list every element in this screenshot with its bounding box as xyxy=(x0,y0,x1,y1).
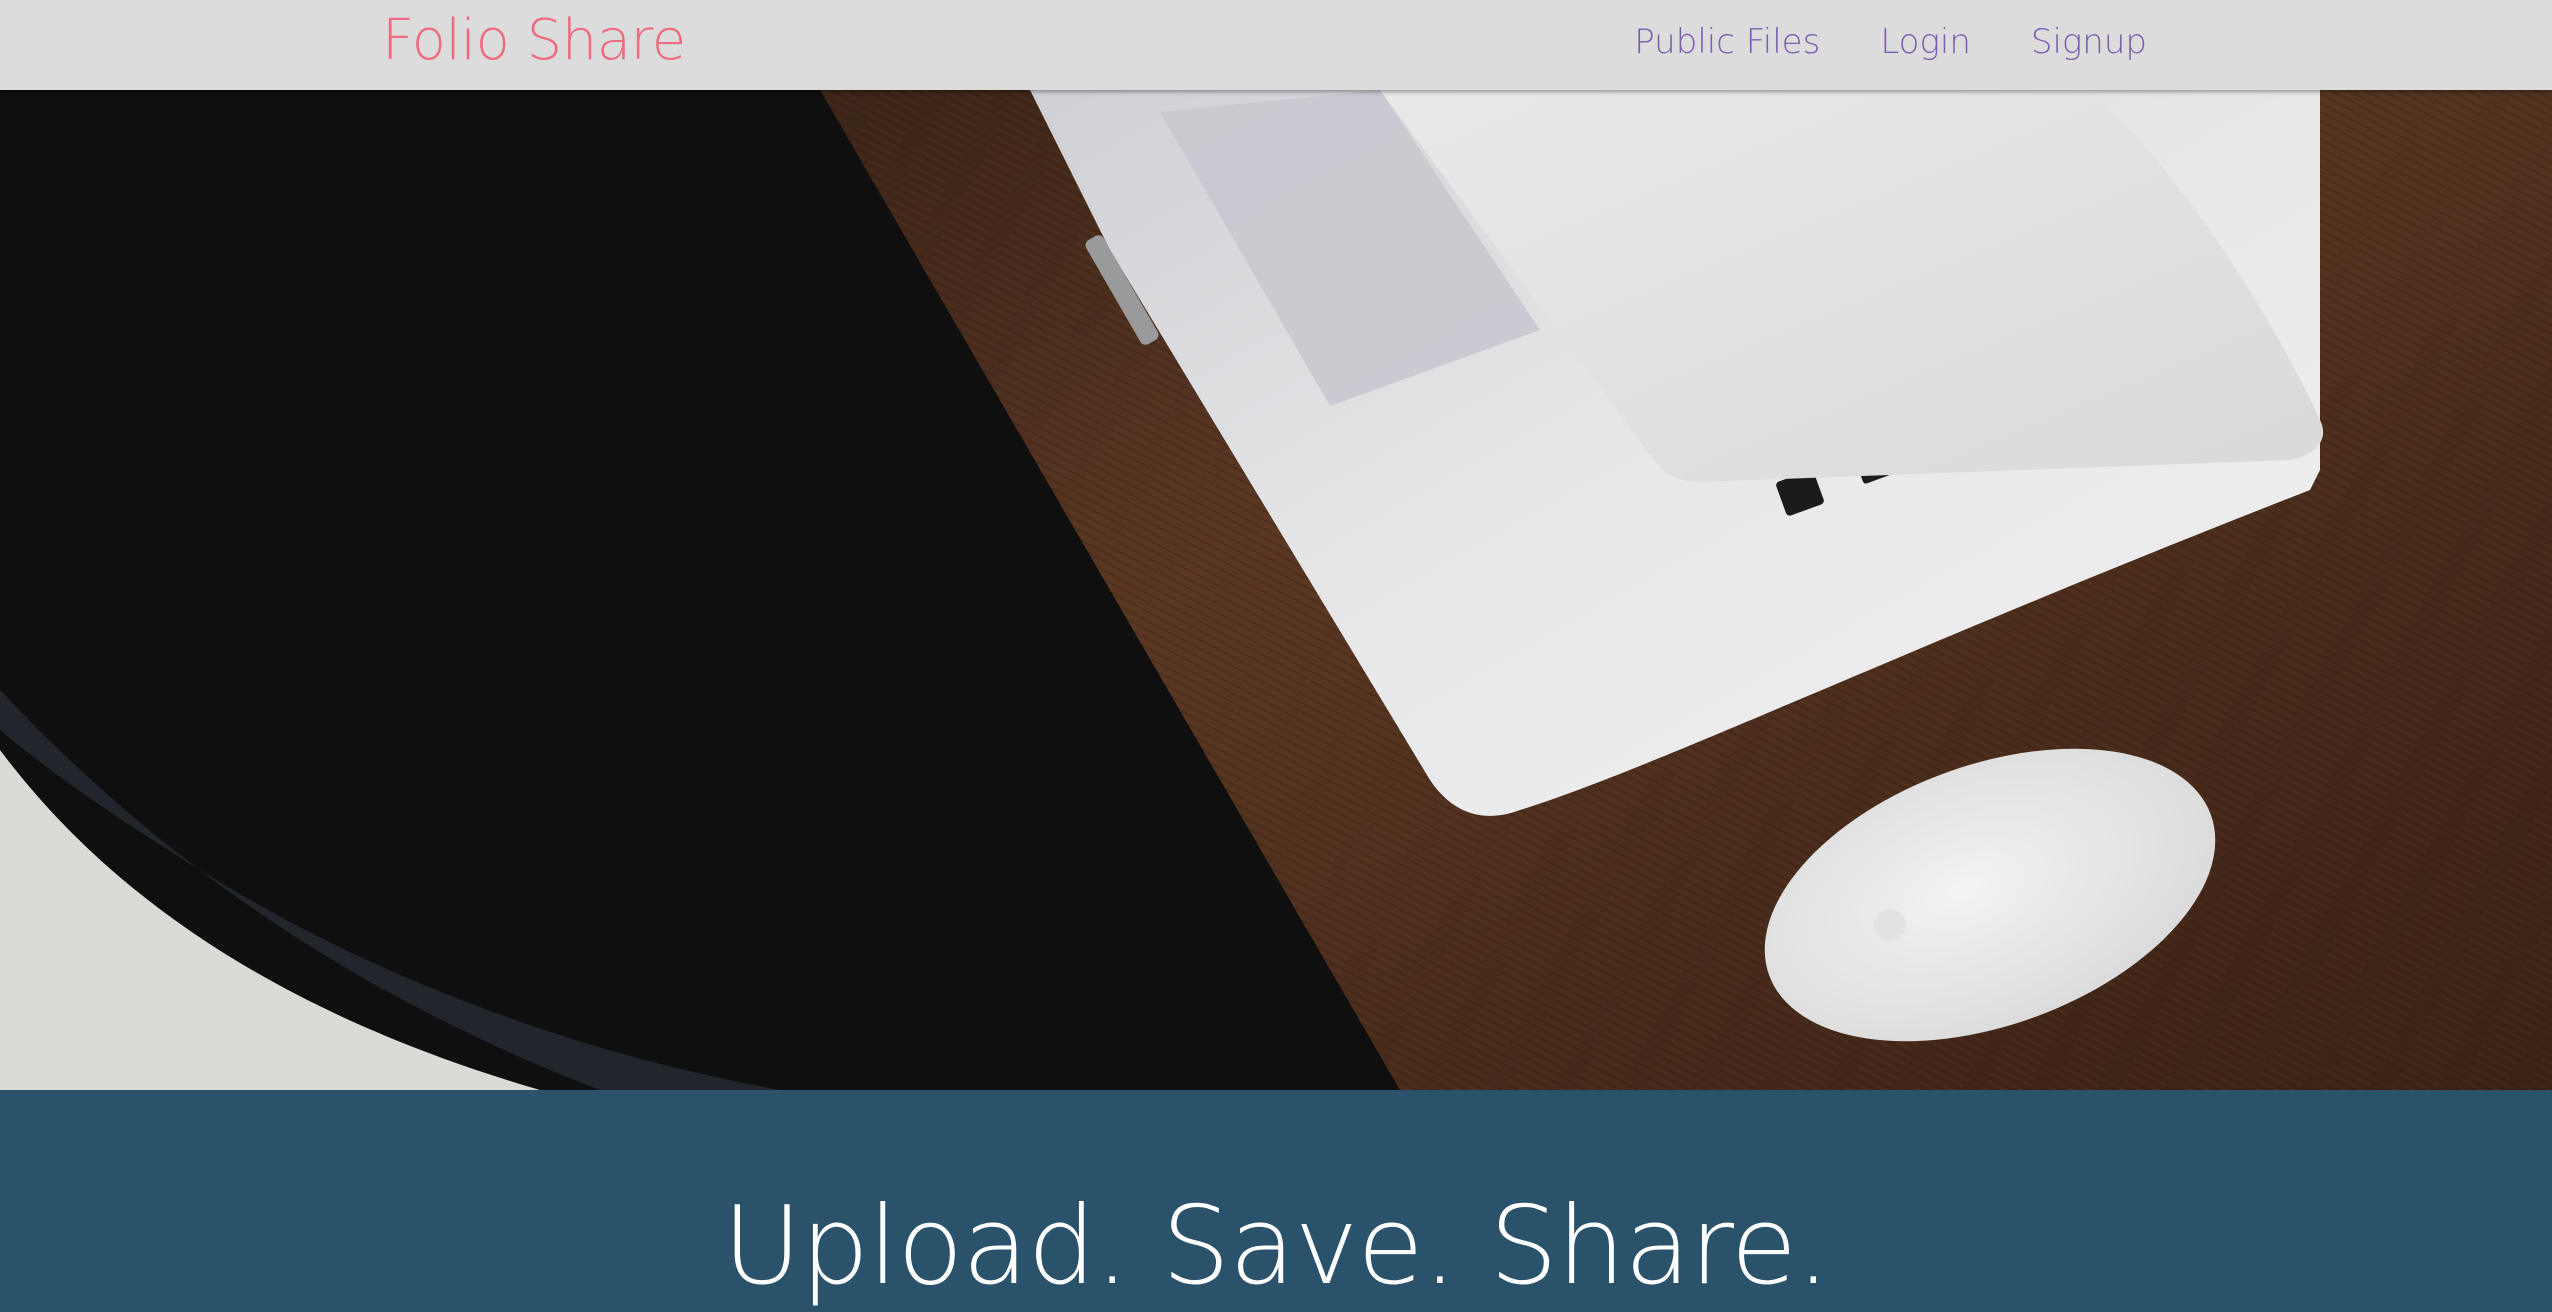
nav-login-link[interactable]: Login xyxy=(1880,18,1971,66)
nav-public-files-link[interactable]: Public Files xyxy=(1634,18,1820,66)
brand-logo-link[interactable]: Folio Share xyxy=(382,6,686,76)
nav-links: Public Files Login Signup xyxy=(1634,18,2147,66)
nav-signup-link[interactable]: Signup xyxy=(2031,18,2147,66)
top-navbar: Folio Share Public Files Login Signup xyxy=(0,0,2552,90)
tagline-section: Upload. Save. Share. xyxy=(0,1090,2552,1312)
hero-tagline: Upload. Save. Share. xyxy=(722,1184,1831,1309)
hero-photo-illustration xyxy=(0,90,2552,1090)
hero-image xyxy=(0,90,2552,1090)
